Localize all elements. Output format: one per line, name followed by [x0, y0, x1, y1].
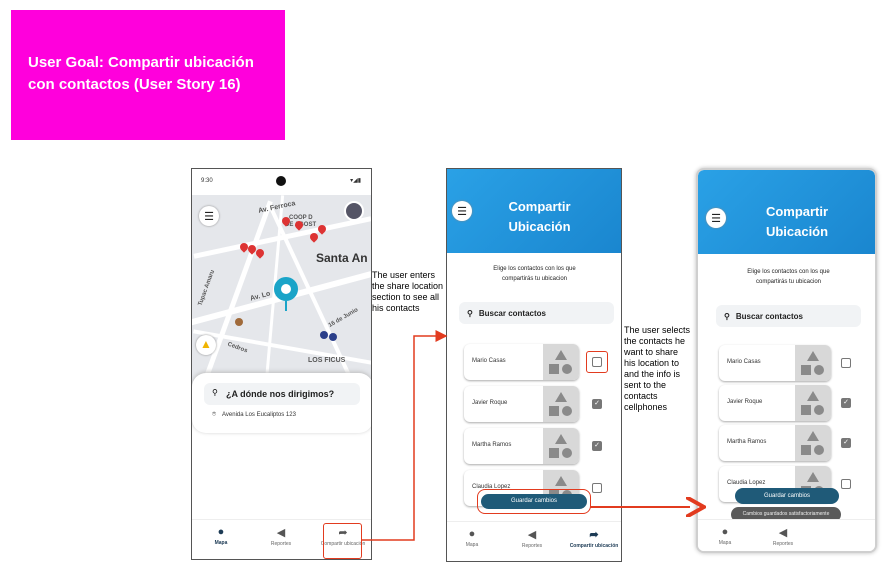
arrow-to-share-screen: [362, 330, 448, 541]
flow-arrows: [362, 330, 890, 541]
